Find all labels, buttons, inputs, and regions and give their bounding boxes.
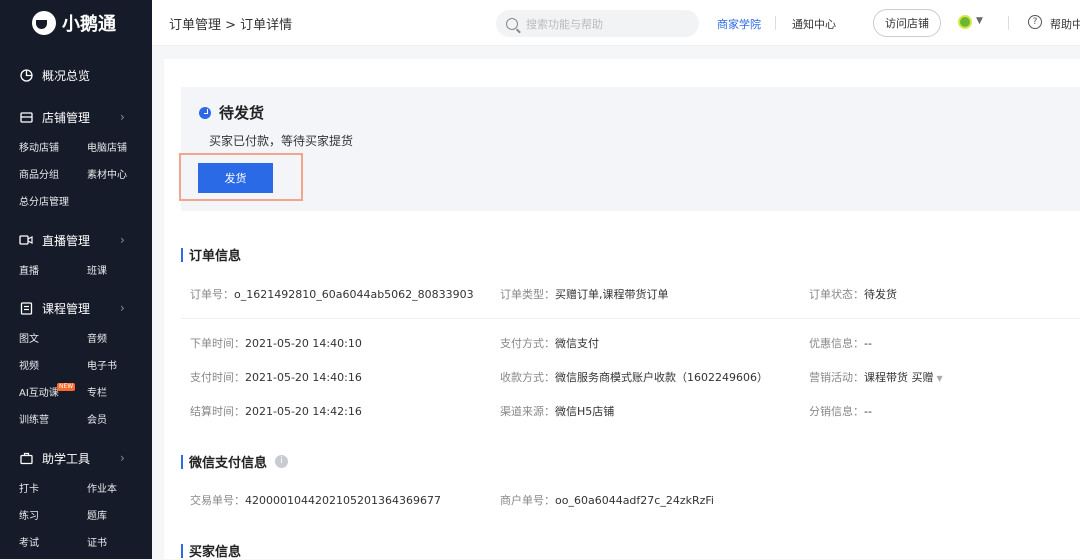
sidebar-item-material-center[interactable]: 素材中心 (87, 166, 127, 181)
brand-logo[interactable]: 小鹅通 (32, 10, 116, 36)
sidebar-item-question-bank[interactable]: 题库 (87, 507, 107, 522)
avatar[interactable] (958, 15, 972, 29)
divider (1008, 16, 1009, 30)
brand-name: 小鹅通 (62, 14, 116, 35)
sidebar-group-label: 直播管理 (42, 233, 91, 248)
info-icon[interactable]: i (275, 455, 289, 468)
store-icon (18, 109, 34, 125)
section-title-text: 买家信息 (189, 545, 242, 560)
sidebar-item-video[interactable]: 视频 (19, 357, 39, 372)
sidebar-item-branch-store[interactable]: 总分店管理 (19, 193, 69, 208)
sidebar-item-column[interactable]: 专栏 (87, 384, 107, 399)
merchant-number: 商户单号：oo_60a6044adf27c_24zkRzFi (500, 494, 714, 507)
discount-info: 优惠信息：-- (809, 337, 872, 350)
sidebar-group-label: 店铺管理 (42, 110, 91, 125)
chevron-right-icon: › (120, 451, 125, 465)
trade-number: 交易单号：4200001044202105201364369677 (190, 494, 441, 507)
sidebar-group-label: 课程管理 (42, 301, 91, 316)
sidebar-group-store[interactable]: 店铺管理 › (0, 106, 152, 128)
sidebar-item-audio[interactable]: 音频 (87, 330, 107, 345)
order-type: 订单类型：买赠订单,课程带货订单 (500, 288, 669, 301)
merchant-academy-link[interactable]: 商家学院 (717, 16, 761, 32)
sidebar-item-label: 概况总览 (42, 68, 91, 83)
search-icon (506, 17, 518, 30)
video-camera-icon (18, 232, 34, 248)
caret-down-icon[interactable]: ▼ (976, 16, 983, 26)
search-placeholder: 搜索功能与帮助 (526, 17, 603, 31)
ship-button[interactable]: 发货 (198, 163, 273, 193)
sidebar-group-tools[interactable]: 助学工具 › (0, 447, 152, 469)
caret-down-icon[interactable]: ▼ (937, 374, 943, 383)
order-number: 订单号：o_1621492810_60a6044ab5062_80833903 (190, 288, 474, 301)
create-time: 下单时间：2021-05-20 14:40:10 (190, 337, 362, 350)
sidebar-item-live[interactable]: 直播 (19, 262, 39, 277)
sidebar: 小鹅通 概况总览 店铺管理 › 移动店铺 电脑店铺 商品分组 素材中心 总分店管理 (0, 0, 152, 559)
order-status-card: 待发货 买家已付款，等待买家提货 发货 (179, 87, 1080, 211)
sidebar-item-class[interactable]: 班课 (87, 262, 107, 277)
chevron-right-icon: › (120, 301, 125, 315)
visit-store-button[interactable]: 访问店铺 (873, 9, 941, 37)
status-description: 买家已付款，等待买家提货 (209, 134, 354, 148)
sidebar-group-course[interactable]: 课程管理 › (0, 297, 152, 319)
sidebar-item-mobile-store[interactable]: 移动店铺 (19, 139, 59, 154)
sidebar-item-camp[interactable]: 训练营 (19, 411, 49, 426)
sidebar-item-product-group[interactable]: 商品分组 (19, 166, 59, 181)
order-info-title: 订单信息 (181, 245, 241, 264)
distribution-info: 分销信息：-- (809, 405, 872, 418)
order-status: 订单状态：待发货 (809, 288, 897, 301)
top-bar: 订单管理 > 订单详情 搜索功能与帮助 商家学院 通知中心 访问店铺 ▼ ? 帮… (152, 0, 1080, 46)
status-title: 待发货 (219, 104, 265, 122)
help-icon[interactable]: ? (1028, 15, 1042, 29)
sidebar-item-ai-course[interactable]: AI互动课 (19, 384, 59, 399)
sidebar-item-homework[interactable]: 作业本 (87, 480, 117, 495)
book-icon (18, 300, 34, 316)
sidebar-group-label: 助学工具 (42, 451, 91, 466)
chevron-right-icon: › (120, 110, 125, 124)
section-title-text: 订单信息 (189, 249, 242, 264)
sidebar-item-overview[interactable]: 概况总览 (0, 64, 152, 86)
sidebar-item-article[interactable]: 图文 (19, 330, 39, 345)
toolbox-icon (18, 450, 34, 466)
collect-method: 收款方式：微信服务商模式账户收款（1602249606） (500, 371, 768, 384)
settle-time: 结算时间：2021-05-20 14:42:16 (190, 405, 362, 418)
sidebar-item-member[interactable]: 会员 (87, 411, 107, 426)
divider (181, 318, 1080, 319)
clock-icon (199, 107, 211, 119)
sidebar-item-pc-store[interactable]: 电脑店铺 (87, 139, 127, 154)
wechat-pay-info-title: 微信支付信息 i (181, 452, 289, 471)
buyer-info-title: 买家信息 (181, 541, 241, 560)
chevron-right-icon: › (120, 233, 125, 247)
sidebar-item-practice[interactable]: 练习 (19, 507, 39, 522)
sidebar-item-checkin[interactable]: 打卡 (19, 480, 39, 495)
section-title-text: 微信支付信息 (189, 456, 268, 471)
breadcrumb: 订单管理 > 订单详情 (169, 18, 293, 33)
notification-center-link[interactable]: 通知中心 (792, 16, 836, 32)
search-input[interactable]: 搜索功能与帮助 (496, 10, 699, 37)
sidebar-item-exam[interactable]: 考试 (19, 534, 39, 549)
divider (775, 16, 776, 30)
sidebar-group-live[interactable]: 直播管理 › (0, 229, 152, 251)
sidebar-item-ebook[interactable]: 电子书 (87, 357, 117, 372)
logo-icon (32, 11, 56, 35)
pie-chart-icon (18, 67, 34, 83)
pay-time: 支付时间：2021-05-20 14:40:16 (190, 371, 362, 384)
pay-method: 支付方式：微信支付 (500, 337, 599, 350)
channel-source: 渠道来源：微信H5店铺 (500, 405, 615, 418)
new-badge: NEW (57, 383, 76, 391)
sidebar-item-certificate[interactable]: 证书 (87, 534, 107, 549)
order-detail-panel: 待发货 买家已付款，等待买家提货 发货 订单信息 订单号：o_162149281… (164, 59, 1080, 560)
marketing-activity[interactable]: 营销活动：课程带货 买赠 ▼ (809, 369, 943, 385)
help-link[interactable]: 帮助中 (1050, 16, 1080, 32)
